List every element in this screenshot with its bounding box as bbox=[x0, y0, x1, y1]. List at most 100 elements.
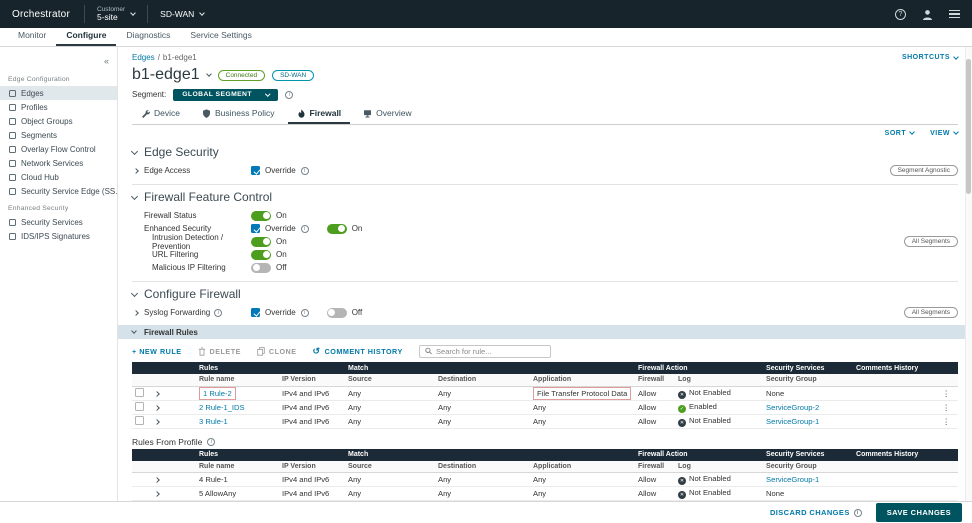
enhanced-security-toggle[interactable] bbox=[327, 224, 347, 234]
sidebar-item-cloud-hub[interactable]: Cloud Hub bbox=[0, 170, 117, 184]
row-checkbox[interactable] bbox=[135, 388, 144, 397]
firewall-rule-row[interactable]: 1 Rule-2 IPv4 and IPv6 Any Any File Tran… bbox=[132, 386, 958, 400]
sidebar-item-edges[interactable]: Edges bbox=[0, 86, 117, 100]
tab-device-label: Device bbox=[154, 108, 180, 118]
expand-edge-access-icon[interactable] bbox=[133, 168, 139, 174]
menu-icon[interactable] bbox=[949, 8, 960, 21]
configure-firewall-title: Configure Firewall bbox=[144, 287, 241, 301]
edge-access-override-checkbox[interactable] bbox=[251, 166, 260, 175]
expand-row-icon[interactable] bbox=[154, 491, 160, 497]
tab-overview[interactable]: Overview bbox=[354, 107, 420, 124]
cell-firewall: Allow bbox=[635, 386, 675, 400]
status-badge: Connected bbox=[218, 70, 265, 81]
cell-firewall: Allow bbox=[635, 400, 675, 414]
expand-row-icon[interactable] bbox=[154, 405, 160, 411]
rule-name-link[interactable]: 2 Rule-1_IDS bbox=[199, 403, 245, 412]
not-enabled-icon: ✕ bbox=[678, 419, 686, 427]
nav-tab-service-settings[interactable]: Service Settings bbox=[180, 27, 261, 46]
profile-rule-row[interactable]: 4 Rule-1 IPv4 and IPv6 Any Any Any Allow… bbox=[132, 473, 958, 487]
row-actions-icon[interactable]: ⋮ bbox=[853, 400, 958, 414]
intrusion-detection-toggle[interactable] bbox=[251, 237, 271, 247]
security-group-link[interactable]: ServiceGroup-1 bbox=[766, 417, 819, 426]
group-header-match: Match bbox=[345, 362, 635, 374]
nav-tab-monitor[interactable]: Monitor bbox=[8, 27, 56, 46]
configure-firewall-section-header[interactable]: Configure Firewall bbox=[132, 287, 958, 301]
sidebar-item-security-services[interactable]: Security Services bbox=[0, 215, 117, 229]
rule-search-input[interactable] bbox=[436, 347, 545, 356]
firewall-status-toggle[interactable] bbox=[251, 211, 271, 221]
group-header-rules: Rules bbox=[196, 362, 345, 374]
security-group-link[interactable]: ServiceGroup-2 bbox=[766, 403, 819, 412]
sidebar-item-security-service-edge[interactable]: Security Service Edge (SS... bbox=[0, 184, 117, 198]
malicious-ip-filtering-toggle[interactable] bbox=[251, 263, 271, 273]
comment-history-button[interactable]: ↺ COMMENT HISTORY bbox=[313, 347, 403, 356]
discard-changes-button[interactable]: DISCARD CHANGES i bbox=[770, 508, 862, 517]
shortcuts-button[interactable]: SHORTCUTS bbox=[902, 54, 958, 61]
sidebar-item-object-groups[interactable]: Object Groups bbox=[0, 114, 117, 128]
edge-security-section-header[interactable]: Edge Security bbox=[132, 145, 958, 159]
rule-name-link[interactable]: 1 Rule-2 bbox=[203, 389, 232, 398]
cell-log: ✕Not Enabled bbox=[675, 414, 763, 428]
sidebar-item-overlay-flow-control[interactable]: Overlay Flow Control bbox=[0, 142, 117, 156]
sidebar-item-profiles[interactable]: Profiles bbox=[0, 100, 117, 114]
view-button[interactable]: VIEW bbox=[930, 130, 958, 137]
firewall-rule-row[interactable]: 2 Rule-1_IDS IPv4 and IPv6 Any Any Any A… bbox=[132, 400, 958, 414]
firewall-rules-bar[interactable]: Firewall Rules bbox=[118, 325, 972, 339]
product-dropdown[interactable]: SD-WAN bbox=[148, 0, 216, 28]
cell-rule-name: 4 Rule-1 bbox=[196, 473, 279, 487]
tab-business-policy[interactable]: Business Policy bbox=[193, 107, 284, 124]
user-icon[interactable] bbox=[922, 9, 933, 20]
row-actions-icon[interactable]: ⋮ bbox=[853, 386, 958, 400]
sidebar-item-network-services[interactable]: Network Services bbox=[0, 156, 117, 170]
main-nav: Monitor Configure Diagnostics Service Se… bbox=[0, 28, 972, 47]
sidebar-item-segments[interactable]: Segments bbox=[0, 128, 117, 142]
collapse-sidebar-button[interactable]: « bbox=[104, 56, 109, 66]
firewall-rule-row[interactable]: 3 Rule-1 IPv4 and IPv6 Any Any Any Allow… bbox=[132, 414, 958, 428]
nav-tab-diagnostics[interactable]: Diagnostics bbox=[116, 27, 180, 46]
url-filtering-toggle[interactable] bbox=[251, 250, 271, 260]
scrollbar-thumb[interactable] bbox=[966, 59, 971, 194]
sidebar-item-ids-ips-signatures[interactable]: IDS/IPS Signatures bbox=[0, 229, 117, 243]
security-group-link[interactable]: ServiceGroup-1 bbox=[766, 475, 819, 484]
expand-row-icon[interactable] bbox=[154, 477, 160, 483]
scrollbar-track[interactable] bbox=[965, 47, 972, 501]
delete-button[interactable]: DELETE bbox=[198, 347, 241, 356]
clone-icon bbox=[257, 347, 265, 356]
breadcrumb-edges-link[interactable]: Edges bbox=[132, 53, 155, 62]
enhanced-security-override-checkbox[interactable] bbox=[251, 224, 260, 233]
row-checkbox[interactable] bbox=[135, 402, 144, 411]
profile-rule-row[interactable]: 5 AllowAny IPv4 and IPv6 Any Any Any All… bbox=[132, 487, 958, 501]
new-rule-button[interactable]: + NEW RULE bbox=[132, 347, 182, 356]
nav-tab-configure[interactable]: Configure bbox=[56, 27, 116, 46]
syslog-toggle[interactable] bbox=[327, 308, 347, 318]
sidebar-item-label: Edges bbox=[21, 89, 44, 98]
row-checkbox[interactable] bbox=[135, 416, 144, 425]
rule-name-link[interactable]: 3 Rule-1 bbox=[199, 417, 228, 426]
rules-from-profile-title: Rules From Profile bbox=[132, 437, 202, 447]
row-actions-icon[interactable]: ⋮ bbox=[853, 414, 958, 428]
sort-button[interactable]: SORT bbox=[885, 130, 914, 137]
tab-business-policy-label: Business Policy bbox=[215, 108, 275, 118]
segment-select[interactable]: GLOBAL SEGMENT bbox=[173, 89, 278, 101]
enhanced-security-row: Enhanced Security Override i On bbox=[132, 222, 958, 235]
segments-icon bbox=[9, 132, 16, 139]
tab-device[interactable]: Device bbox=[132, 107, 189, 124]
clone-button[interactable]: CLONE bbox=[257, 347, 297, 356]
discard-changes-label: DISCARD CHANGES bbox=[770, 508, 850, 517]
section-divider bbox=[132, 184, 958, 185]
cell-ip-version: IPv4 and IPv6 bbox=[279, 386, 345, 400]
customer-dropdown[interactable]: Customer 5-site bbox=[85, 0, 147, 28]
chevron-down-icon bbox=[953, 129, 959, 135]
help-icon[interactable]: ? bbox=[895, 9, 906, 20]
syslog-override-checkbox[interactable] bbox=[251, 308, 260, 317]
save-changes-button[interactable]: SAVE CHANGES bbox=[876, 503, 962, 522]
tab-firewall[interactable]: Firewall bbox=[288, 107, 351, 124]
chevron-down-icon bbox=[131, 328, 137, 334]
override-label: Override bbox=[265, 308, 296, 317]
title-dropdown-icon[interactable] bbox=[206, 71, 212, 77]
firewall-feature-control-section-header[interactable]: Firewall Feature Control bbox=[132, 190, 958, 204]
expand-row-icon[interactable] bbox=[154, 391, 160, 397]
group-header-firewall-action: Firewall Action bbox=[635, 362, 763, 374]
expand-syslog-icon[interactable] bbox=[133, 310, 139, 316]
expand-row-icon[interactable] bbox=[154, 419, 160, 425]
